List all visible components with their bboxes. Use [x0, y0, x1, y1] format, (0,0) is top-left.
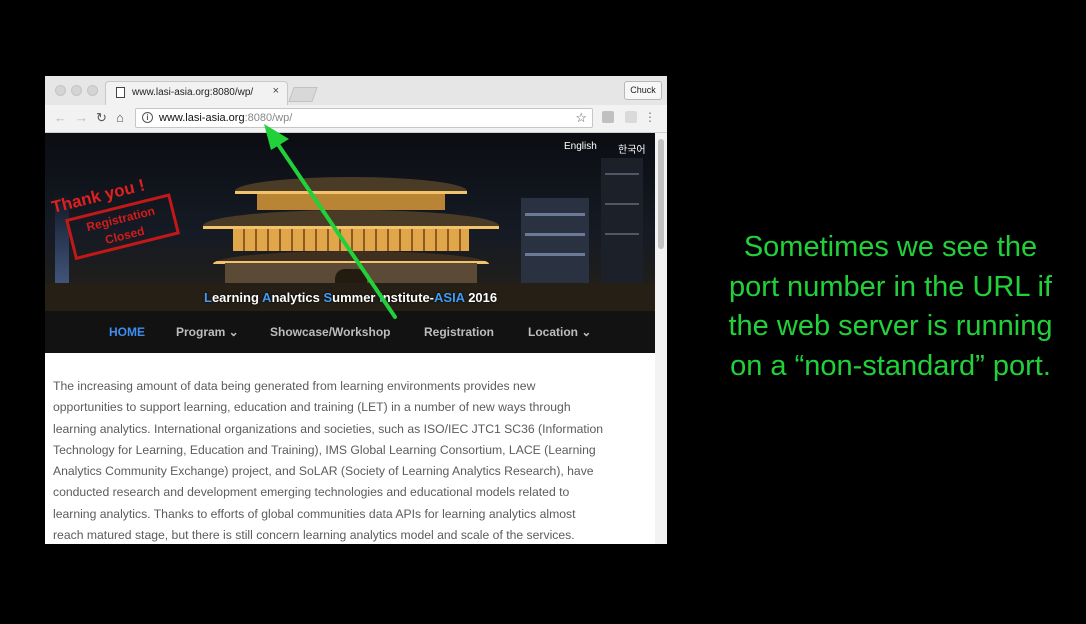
page-icon [116, 87, 125, 98]
new-tab-button[interactable] [288, 87, 318, 102]
url-text: www.lasi-asia.org:8080/wp/ [159, 112, 292, 124]
url-port-path: :8080/wp/ [244, 112, 293, 124]
building-lights [525, 233, 585, 236]
slide-caption: Sometimes we see the port number in the … [698, 228, 1083, 386]
browser-toolbar: ← → ↻ ⌂ i www.lasi-asia.org:8080/wp/ ☆ ⋮ [45, 105, 667, 133]
home-icon[interactable]: ⌂ [116, 110, 124, 126]
bookmark-star-icon[interactable]: ☆ [575, 110, 587, 126]
url-host: www.lasi-asia.org [159, 112, 245, 124]
building-lights [525, 253, 585, 256]
paragraph-line: opportunities to support learning, educa… [53, 400, 571, 415]
nav-registration[interactable]: Registration [424, 325, 494, 339]
address-bar[interactable]: i www.lasi-asia.org:8080/wp/ ☆ [135, 108, 593, 128]
caption-line: on a “non-standard” port. [730, 349, 1051, 382]
pagoda-roof [235, 177, 467, 194]
registration-closed-stamp: Thank you ! Registration Closed [50, 166, 200, 274]
caption-line: the web server is running [728, 310, 1053, 342]
building-lights [605, 203, 639, 205]
intro-paragraph: The increasing amount of data being gene… [53, 376, 643, 544]
building-lights [605, 173, 639, 175]
menu-dots-icon[interactable]: ⋮ [644, 110, 656, 124]
pagoda-roof [203, 210, 499, 229]
office-building [521, 198, 589, 288]
office-building [601, 158, 643, 288]
nav-home[interactable]: HOME [109, 325, 145, 339]
info-icon[interactable]: i [142, 112, 153, 123]
web-page: English 한국어 Thank you ! Registration Clo… [45, 133, 667, 544]
back-arrow-icon[interactable]: ← [54, 110, 67, 126]
lang-korean-link[interactable]: 한국어 [618, 141, 646, 156]
pagoda-floor [233, 229, 469, 251]
paragraph-line: conducted research and development emerg… [53, 485, 570, 500]
scrollbar-thumb[interactable] [658, 139, 664, 249]
nav-location[interactable]: Location ⌄ [528, 325, 591, 339]
extension-icon[interactable] [602, 111, 614, 123]
reload-icon[interactable]: ↻ [96, 110, 107, 126]
paragraph-line: reach matured stage, but there is still … [53, 528, 575, 543]
page-scrollbar[interactable] [655, 133, 667, 544]
forward-arrow-icon[interactable]: → [75, 110, 88, 126]
building-lights [525, 213, 585, 216]
paragraph-line: Technology for Learning, Education and T… [53, 442, 596, 457]
paragraph-line: Analytics Community Exchange) project, a… [53, 464, 594, 479]
hero-banner: English 한국어 Thank you ! Registration Clo… [45, 133, 655, 311]
paragraph-line: learning analytics. Thanks to efforts of… [53, 506, 576, 521]
site-banner-title: Learning Analytics Summer Institute-ASIA… [204, 290, 498, 305]
lang-english-link[interactable]: English [564, 141, 597, 152]
minimize-window-button[interactable] [71, 85, 82, 96]
browser-window: www.lasi-asia.org:8080/wp/ × Chuck ← → ↻… [45, 76, 667, 544]
building-lights [605, 233, 639, 235]
nav-program[interactable]: Program ⌄ [176, 325, 239, 339]
profile-button[interactable]: Chuck [624, 81, 662, 100]
browser-titlebar: www.lasi-asia.org:8080/wp/ × Chuck [45, 76, 667, 105]
maximize-window-button[interactable] [87, 85, 98, 96]
site-navbar: HOME Program ⌄ Showcase/Workshop Registr… [45, 311, 655, 353]
close-window-button[interactable] [55, 85, 66, 96]
paragraph-line: learning analytics. International organi… [53, 421, 604, 436]
tab-close-icon[interactable]: × [273, 85, 279, 97]
caption-line: port number in the URL if [729, 270, 1052, 303]
caption-line: Sometimes we see the [743, 231, 1038, 263]
pagoda-floor [257, 194, 445, 210]
nav-showcase-workshop[interactable]: Showcase/Workshop [270, 325, 390, 339]
extension-icon[interactable] [625, 111, 637, 123]
paragraph-line: The increasing amount of data being gene… [53, 379, 536, 393]
tab-title: www.lasi-asia.org:8080/wp/ [132, 87, 254, 98]
browser-tab[interactable]: www.lasi-asia.org:8080/wp/ × [105, 81, 288, 105]
